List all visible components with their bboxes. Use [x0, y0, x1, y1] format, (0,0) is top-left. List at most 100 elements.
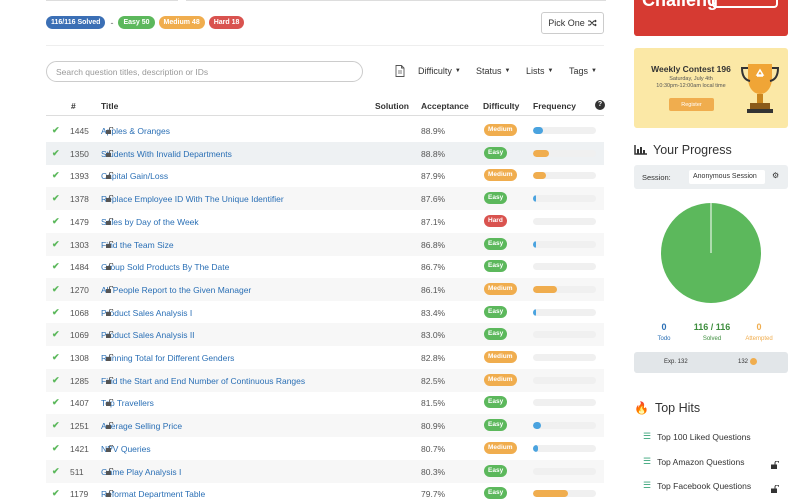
todo-label: Todo [657, 336, 671, 342]
table-row[interactable]: ✔ 1350 Students With Invalid Departments 88… [46, 141, 604, 165]
col-acceptance[interactable]: Acceptance [421, 101, 469, 111]
check-icon: ✔ [52, 125, 60, 135]
check-icon: ✔ [52, 488, 60, 499]
banner-text: Challeng [642, 0, 719, 10]
shuffle-icon [587, 19, 597, 27]
col-num[interactable]: # [71, 101, 76, 111]
table-row[interactable]: ✔ 1270 All People Report to the Given Mana… [46, 277, 604, 301]
attempted-label: Attempted [745, 336, 773, 342]
banner-badge [712, 0, 778, 8]
frequency-bar [533, 422, 596, 430]
acceptance-rate: 86.8% [421, 239, 446, 250]
check-icon: ✔ [52, 420, 60, 431]
top-hit-item[interactable]: ☰ Top Amazon Questions [643, 456, 745, 467]
difficulty-badge: Easy [484, 396, 508, 409]
question-id: 1285 [70, 375, 89, 386]
check-icon: ✔ [52, 193, 60, 204]
session-select[interactable]: Anonymous Session [689, 170, 765, 184]
frequency-bar [533, 127, 596, 134]
acceptance-rate: 88.8% [421, 148, 446, 159]
coin-icon [750, 358, 757, 365]
unlock-icon [106, 398, 114, 408]
session-bar: Session: Anonymous Session ⚙ [634, 165, 788, 189]
table-row[interactable]: ✔ 1407 Top Travellers 81.5% Easy [46, 391, 604, 414]
acceptance-rate: 80.9% [421, 421, 446, 432]
attempted-count: 0 [756, 322, 762, 332]
table-row[interactable]: ✔ 1068 Product Sales Analysis I 83.4% Easy [46, 301, 604, 324]
acceptance-rate: 82.5% [421, 375, 446, 386]
top-hits-heading: 🔥 Top Hits [634, 401, 700, 415]
challenge-banner[interactable]: Challeng [634, 0, 788, 36]
question-id: 1350 [70, 148, 89, 159]
frequency-bar [533, 172, 596, 180]
frequency-fill [533, 422, 541, 430]
solved-label: Solved [702, 336, 722, 342]
contest-schedule: Saturday, July 4th 10:30pm-12:00am local… [646, 76, 736, 90]
table-row[interactable]: ✔ 1285 Find the Start and End Number of Co… [46, 368, 604, 392]
document-icon[interactable] [395, 65, 405, 77]
question-id: 1270 [70, 284, 89, 295]
table-row[interactable]: ✔ 1421 NPV Queries 80.7% Medium [46, 437, 604, 460]
difficulty-filter[interactable]: Difficulty ▼ [418, 66, 461, 76]
flame-icon: 🔥 [634, 401, 649, 415]
col-difficulty[interactable]: Difficulty [483, 101, 519, 111]
contest-card[interactable]: Weekly Contest 196 Saturday, July 4th 10… [634, 48, 788, 128]
tags-filter[interactable]: Tags ▼ [569, 66, 597, 76]
caret-down-icon: ▼ [504, 68, 511, 74]
question-id: 1378 [70, 194, 89, 205]
table-row[interactable]: ✔ 1378 Replace Employee ID With The Unique… [46, 187, 604, 211]
check-icon: ✔ [52, 374, 60, 385]
unlock-icon [106, 330, 114, 340]
caret-down-icon: ▼ [591, 68, 597, 74]
table-row[interactable]: ✔ 1393 Capital Gain/Loss 87.9% Medium [46, 164, 604, 187]
table-row[interactable]: ✔ 1179 Reformat Department Table 79.7% Easy [46, 482, 604, 502]
col-title[interactable]: Title [101, 101, 118, 111]
gear-icon[interactable]: ⚙ [772, 171, 779, 180]
frequency-bar [533, 308, 596, 316]
table-row[interactable]: ✔ 1484 Group Sold Products By The Date 86.7… [46, 255, 604, 278]
question-id: 1484 [70, 262, 89, 273]
toolbar-divider [46, 45, 604, 46]
register-button[interactable]: Register [669, 98, 714, 111]
top-hit-item[interactable]: ☰ Top 100 Liked Questions [643, 431, 751, 442]
search-input[interactable] [46, 61, 363, 82]
lists-filter[interactable]: Lists ▼ [526, 66, 553, 76]
question-id: 1251 [70, 421, 89, 432]
unlock-icon [106, 126, 114, 136]
frequency-fill [533, 172, 546, 180]
acceptance-rate: 80.7% [421, 443, 446, 454]
table-row[interactable]: ✔ 1069 Product Sales Analysis II 83.0% Easy [46, 323, 604, 347]
acceptance-rate: 81.5% [421, 398, 446, 409]
col-solution[interactable]: Solution [375, 101, 409, 111]
acceptance-rate: 86.7% [421, 262, 446, 273]
top-hit-item[interactable]: ☰ Top Facebook Questions [643, 480, 751, 491]
acceptance-rate: 83.4% [421, 307, 446, 318]
pick-one-button[interactable]: Pick One [541, 12, 604, 34]
progress-heading: Your Progress [634, 143, 732, 157]
table-row[interactable]: ✔ 1445 Apples & Oranges 88.9% Medium [46, 119, 604, 142]
lock-icon [771, 480, 780, 498]
check-icon: ✔ [52, 238, 60, 249]
check-icon: ✔ [52, 215, 60, 226]
table-row[interactable]: ✔ 1303 Find the Team Size 86.8% Easy [46, 232, 604, 256]
frequency-fill [533, 240, 537, 248]
hard-badge: Hard 18 [208, 16, 245, 29]
col-frequency[interactable]: Frequency [533, 101, 576, 111]
status-filter[interactable]: Status ▼ [476, 66, 510, 76]
frequency-bar [533, 399, 596, 407]
list-icon: ☰ [643, 480, 652, 490]
question-title-text: All People Report to the Given Manager [101, 284, 252, 295]
table-row[interactable]: ✔ 1251 Average Selling Price 80.9% Easy [46, 414, 604, 438]
difficulty-badge: Easy [484, 464, 508, 477]
table-row[interactable]: ✔ 1308 Running Total for Different Genders… [46, 346, 604, 369]
caret-down-icon: ▼ [454, 68, 461, 74]
unlock-icon [106, 285, 114, 295]
check-icon: ✔ [52, 170, 60, 181]
table-row[interactable]: ✔ 1479 Sales by Day of the Week 87.1% Hard [46, 210, 604, 233]
help-icon[interactable]: ? [595, 100, 605, 110]
check-icon: ✔ [52, 283, 60, 294]
pick-one-label: Pick One [548, 18, 585, 28]
frequency-bar [533, 331, 596, 339]
table-row[interactable]: ✔ 511 Game Play Analysis I 80.3% Easy [46, 459, 604, 483]
unlock-icon [106, 308, 114, 318]
